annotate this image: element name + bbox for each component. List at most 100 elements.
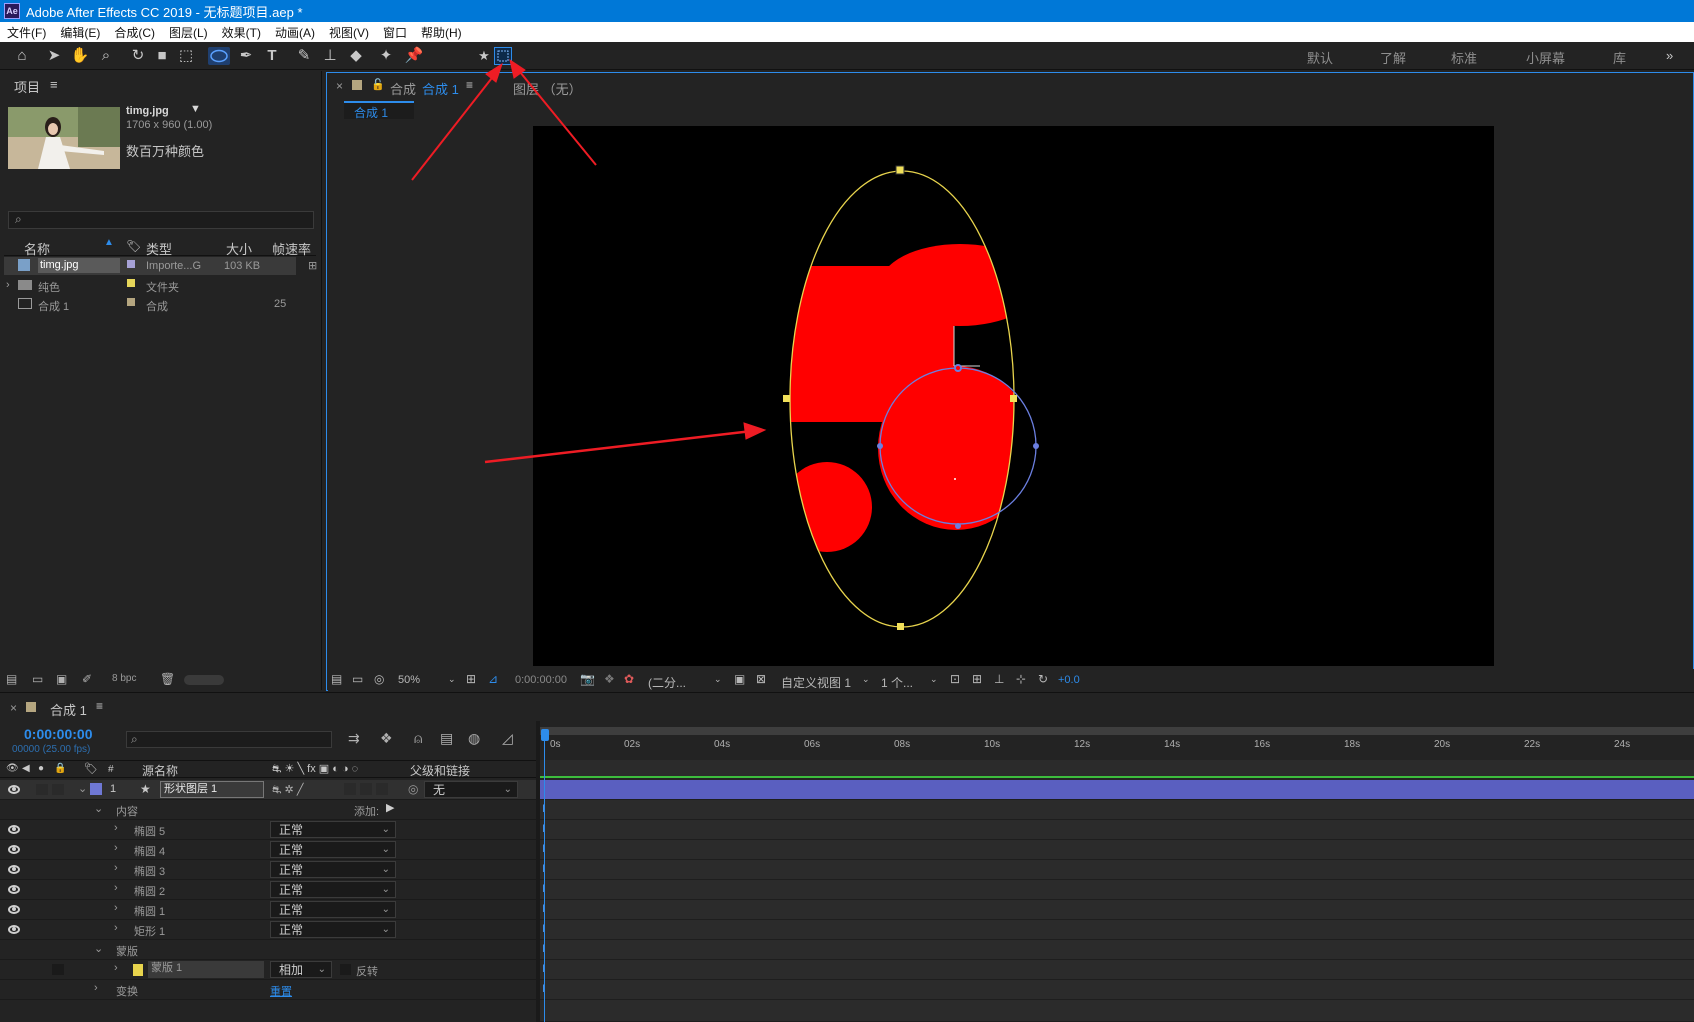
column-parent-link[interactable]: 父级和链接 <box>410 762 470 779</box>
frame-blending-icon[interactable]: ▤ <box>440 730 453 747</box>
chevron-down-icon[interactable]: ⌄ <box>94 802 103 815</box>
shape-group-row[interactable]: › 椭圆 3 正常 ⌄ <box>0 860 540 880</box>
column-source-name[interactable]: 源名称 <box>142 762 178 779</box>
blend-mode-select[interactable]: 正常 ⌄ <box>270 841 396 858</box>
shape-group-row[interactable]: › 矩形 1 正常 ⌄ <box>0 920 540 940</box>
switch-box[interactable] <box>376 783 388 795</box>
shape-group-row[interactable]: › 椭圆 4 正常 ⌄ <box>0 840 540 860</box>
pick-whip-icon[interactable]: ◎ <box>408 782 418 796</box>
switch-box[interactable] <box>360 783 372 795</box>
close-icon[interactable]: × <box>10 701 17 715</box>
current-timecode[interactable]: 0:00:00:00 <box>24 726 93 742</box>
view-layout-select[interactable]: 自定义视图 1 <box>781 674 851 691</box>
work-area-bar[interactable] <box>540 727 1694 735</box>
expand-chevron-icon[interactable]: › <box>114 962 118 974</box>
zoom-level[interactable]: 50% <box>398 674 420 686</box>
chevron-down-icon[interactable]: ⌄ <box>78 782 87 795</box>
monitor-icon[interactable]: ▭ <box>352 672 363 686</box>
anchor-point[interactable] <box>956 366 960 370</box>
time-ruler[interactable]: 0s 02s 04s 06s 08s 10s 12s 14s 16s 18s 2… <box>540 735 1694 759</box>
chevron-down-icon[interactable]: ⌄ <box>930 674 938 685</box>
add-menu-icon[interactable]: ▶ <box>386 801 394 814</box>
safe-margins-icon[interactable]: ⊿ <box>488 672 498 686</box>
graph-editor-icon[interactable]: ◿ <box>502 730 513 747</box>
mask-name[interactable]: 蒙版 1 <box>148 961 264 978</box>
expand-chevron-icon[interactable]: › <box>114 862 118 874</box>
path-vertex[interactable] <box>955 523 961 529</box>
chevron-down-icon[interactable]: ⌄ <box>714 674 722 685</box>
timeline-icon[interactable]: ⊥ <box>994 672 1004 686</box>
layer-switches[interactable]: ⛐ ✲ ╱ <box>272 783 303 798</box>
expand-chevron-icon[interactable]: › <box>94 982 98 994</box>
views-select[interactable]: 1 个... <box>881 674 913 691</box>
visibility-eye-icon[interactable] <box>8 905 20 914</box>
blend-mode-select[interactable]: 正常 ⌄ <box>270 881 396 898</box>
mask-lock-box[interactable] <box>52 964 64 975</box>
mask-vertex-right[interactable] <box>1010 395 1017 402</box>
show-snapshot-icon[interactable]: ❖ <box>604 672 615 686</box>
flowchart-icon[interactable]: ⊹ <box>1016 672 1026 686</box>
solo-box[interactable] <box>36 784 48 795</box>
lock-box[interactable] <box>52 784 64 795</box>
layer-duration-bar[interactable] <box>540 780 1694 800</box>
fast-previews-icon[interactable]: ⊞ <box>972 672 982 686</box>
layer-label-swatch[interactable] <box>90 783 102 795</box>
parent-select[interactable]: 无 ⌄ <box>424 781 518 798</box>
invert-checkbox[interactable] <box>340 964 351 975</box>
expand-chevron-icon[interactable]: › <box>114 922 118 934</box>
visibility-eye-icon[interactable] <box>8 785 20 794</box>
transparency-grid-icon[interactable]: ⊠ <box>756 672 766 686</box>
channels-icon[interactable]: ✿ <box>624 672 634 686</box>
mask-mode-select[interactable]: 相加 ⌄ <box>270 961 332 978</box>
expand-chevron-icon[interactable]: › <box>114 882 118 894</box>
layer-row[interactable]: ⌄ 1 ★ 形状图层 1 ⛐ ✲ ╱ ◎ 无 ⌄ <box>0 780 540 800</box>
shape-group-row[interactable]: › 椭圆 1 正常 ⌄ <box>0 900 540 920</box>
exposure-value[interactable]: +0.0 <box>1058 674 1080 686</box>
snapshot-icon[interactable]: 📷 <box>580 672 595 686</box>
chevron-down-icon[interactable]: ⌄ <box>94 942 103 955</box>
playhead-handle[interactable] <box>541 729 549 741</box>
blend-mode-select[interactable]: 正常 ⌄ <box>270 901 396 918</box>
masks-group-row[interactable]: ⌄ 蒙版 <box>0 940 540 960</box>
path-vertex[interactable] <box>1033 443 1039 449</box>
mask-vertex-left[interactable] <box>783 395 790 402</box>
contents-group-row[interactable]: ⌄ 内容 添加: ▶ <box>0 800 540 820</box>
fit-view-icon[interactable]: ⊞ <box>466 672 476 686</box>
mask-vertex-bottom[interactable] <box>897 623 904 630</box>
shy-layers-icon[interactable]: ⍝ <box>414 730 422 747</box>
layer-name[interactable]: 形状图层 1 <box>160 781 264 798</box>
shape-group-row[interactable]: › 椭圆 5 正常 ⌄ <box>0 820 540 840</box>
expand-chevron-icon[interactable]: › <box>114 842 118 854</box>
reset-exposure-icon[interactable]: ↻ <box>1038 672 1048 686</box>
ellipse-shape-5[interactable] <box>880 244 1040 326</box>
blend-mode-select[interactable]: 正常 ⌄ <box>270 861 396 878</box>
toggle-pixel-aspect-icon[interactable]: ⊡ <box>950 672 960 686</box>
ellipse-shape-3[interactable] <box>782 462 872 552</box>
visibility-eye-icon[interactable] <box>8 925 20 934</box>
visibility-eye-icon[interactable] <box>8 885 20 894</box>
chevron-down-icon[interactable]: ⌄ <box>862 674 870 685</box>
mask-color-swatch[interactable] <box>133 964 143 976</box>
mask-vertex-top[interactable] <box>895 165 905 175</box>
mask-row[interactable]: › 蒙版 1 相加 ⌄ 反转 <box>0 960 540 980</box>
expand-chevron-icon[interactable]: › <box>114 902 118 914</box>
timeline-tab-name[interactable]: 合成 1 <box>50 700 87 719</box>
motion-blur-icon[interactable]: ◍ <box>468 730 480 747</box>
reset-link[interactable]: 重置 <box>270 983 292 999</box>
expand-chevron-icon[interactable]: › <box>114 822 118 834</box>
region-of-interest-icon[interactable]: ▣ <box>734 672 745 686</box>
blend-mode-select[interactable]: 正常 ⌄ <box>270 821 396 838</box>
chevron-down-icon[interactable]: ⌄ <box>448 674 456 685</box>
draft-3d-icon[interactable]: ❖ <box>380 730 393 747</box>
visibility-eye-icon[interactable] <box>8 825 20 834</box>
path-vertex[interactable] <box>877 443 883 449</box>
comp-flowchart-icon[interactable]: ⇉ <box>348 730 360 747</box>
visibility-eye-icon[interactable] <box>8 845 20 854</box>
panel-menu-icon[interactable]: ≡ <box>96 699 103 713</box>
3d-glasses-icon[interactable]: ◎ <box>374 672 384 686</box>
visibility-eye-icon[interactable] <box>8 865 20 874</box>
timeline-search-input[interactable]: ⌕ <box>126 731 332 748</box>
switch-box[interactable] <box>344 783 356 795</box>
ellipse-shape-1[interactable] <box>878 366 1034 530</box>
resolution-select[interactable]: (二分... <box>648 674 686 691</box>
